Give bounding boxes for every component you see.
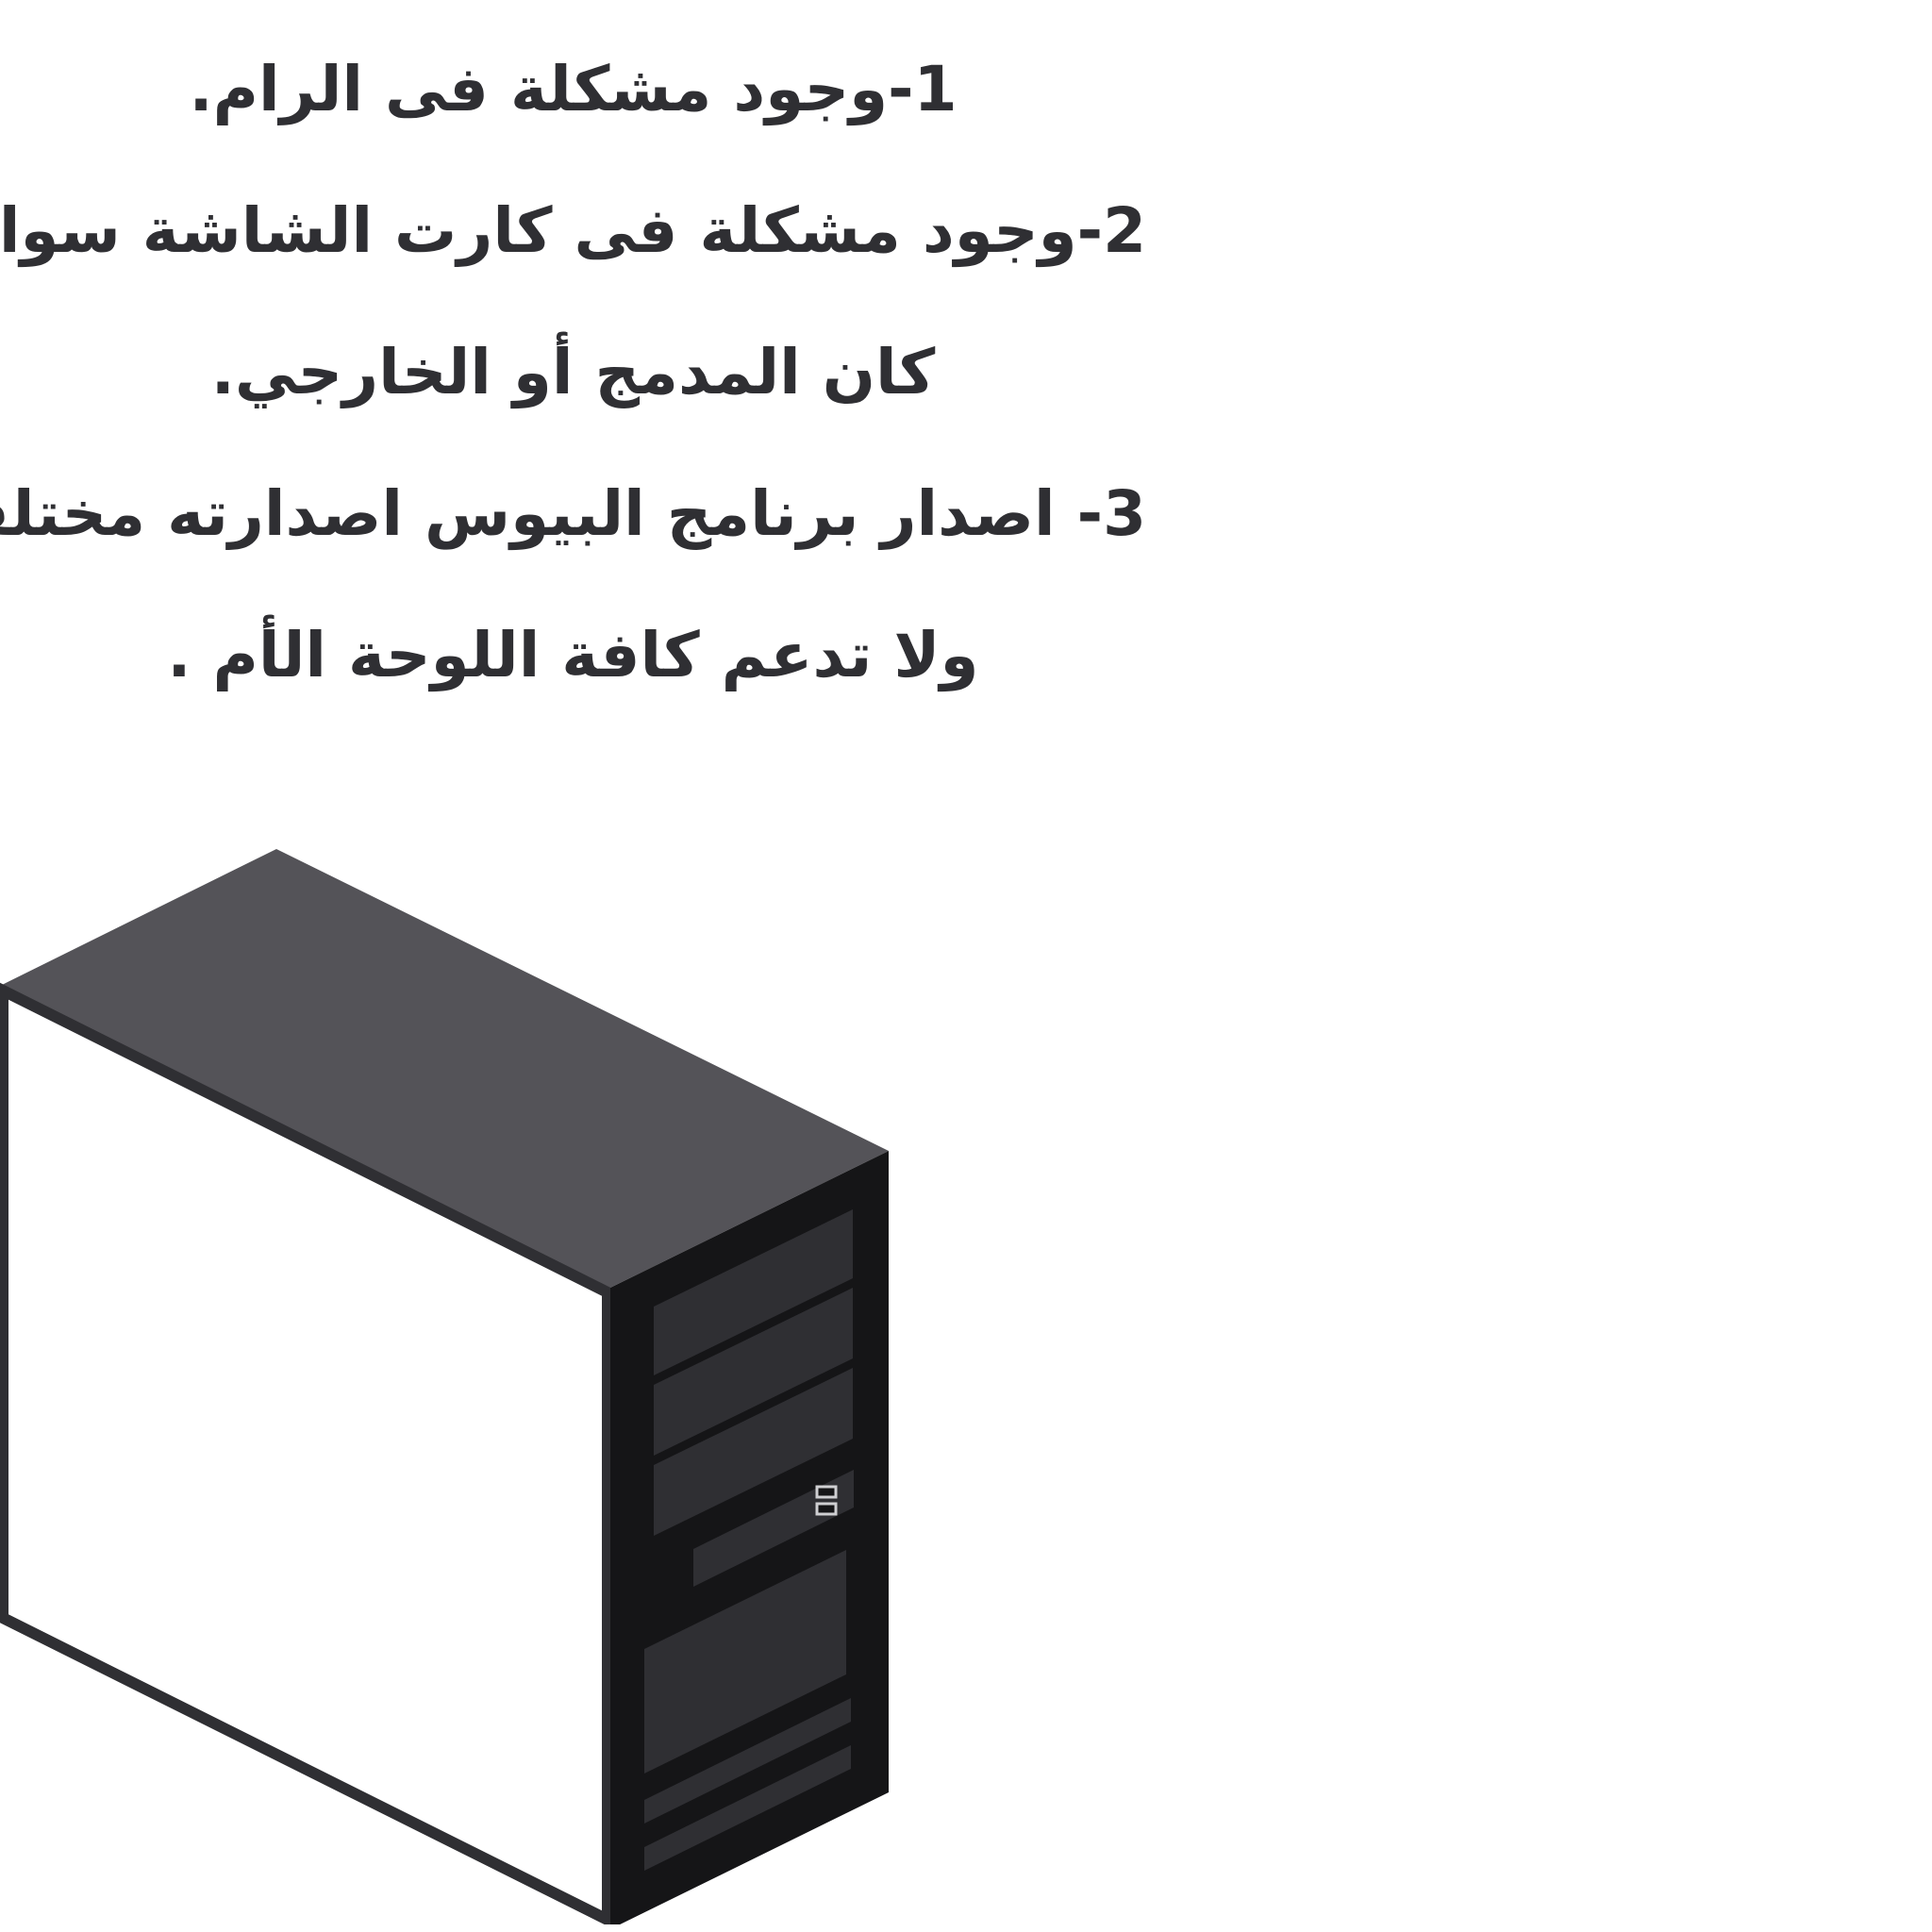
text-line-3: كان المدمج أو الخارجي. (210, 336, 936, 408)
text-line-1: 1-وجود مشكلة فى الرام. (189, 53, 958, 125)
reset-button-icon[interactable] (815, 1502, 838, 1516)
power-button-icon[interactable] (815, 1485, 838, 1499)
text-line-2: 2-وجود مشكلة فى كارت الشاشة سواء (0, 194, 1147, 267)
text-line-5: ولا تدعم كافة اللوحة الأم . (167, 619, 979, 691)
instruction-text: 1-وجود مشكلة فى الرام. 2-وجود مشكلة فى ك… (0, 19, 1147, 726)
text-line-4: 3- اصدار برنامج البيوس اصدارته مختلفة (0, 477, 1147, 550)
desktop-tower-icon (0, 849, 889, 1924)
